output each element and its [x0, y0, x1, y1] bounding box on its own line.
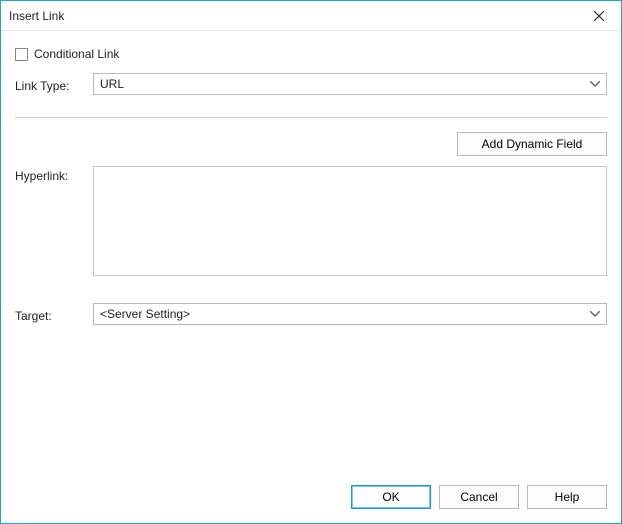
add-dynamic-row: Add Dynamic Field: [15, 132, 607, 156]
target-value: <Server Setting>: [100, 307, 190, 321]
titlebar: Insert Link: [1, 1, 621, 31]
insert-link-dialog: Insert Link Conditional Link Link Type: …: [0, 0, 622, 524]
hyperlink-label: Hyperlink:: [15, 166, 93, 183]
chevron-down-icon: [588, 307, 602, 321]
chevron-down-icon: [588, 77, 602, 91]
link-type-select[interactable]: URL: [93, 73, 607, 95]
conditional-link-row: Conditional Link: [15, 47, 607, 61]
close-icon: [594, 11, 604, 21]
dialog-body: Conditional Link Link Type: URL Add Dyna…: [1, 31, 621, 475]
conditional-link-checkbox[interactable]: [15, 48, 28, 61]
help-button[interactable]: Help: [527, 485, 607, 509]
link-type-value: URL: [100, 77, 124, 91]
close-button[interactable]: [577, 1, 621, 31]
conditional-link-label: Conditional Link: [34, 47, 119, 61]
target-label: Target:: [15, 306, 93, 323]
link-type-row: Link Type: URL: [15, 73, 607, 95]
dialog-title: Insert Link: [9, 9, 577, 23]
target-row: Target: <Server Setting>: [15, 303, 607, 325]
dialog-footer: OK Cancel Help: [1, 475, 621, 523]
target-select[interactable]: <Server Setting>: [93, 303, 607, 325]
hyperlink-row: Hyperlink:: [15, 166, 607, 279]
link-type-label: Link Type:: [15, 76, 93, 93]
cancel-button[interactable]: Cancel: [439, 485, 519, 509]
section-divider: [15, 117, 607, 118]
hyperlink-input[interactable]: [93, 166, 607, 276]
add-dynamic-field-button[interactable]: Add Dynamic Field: [457, 132, 607, 156]
ok-button[interactable]: OK: [351, 485, 431, 509]
